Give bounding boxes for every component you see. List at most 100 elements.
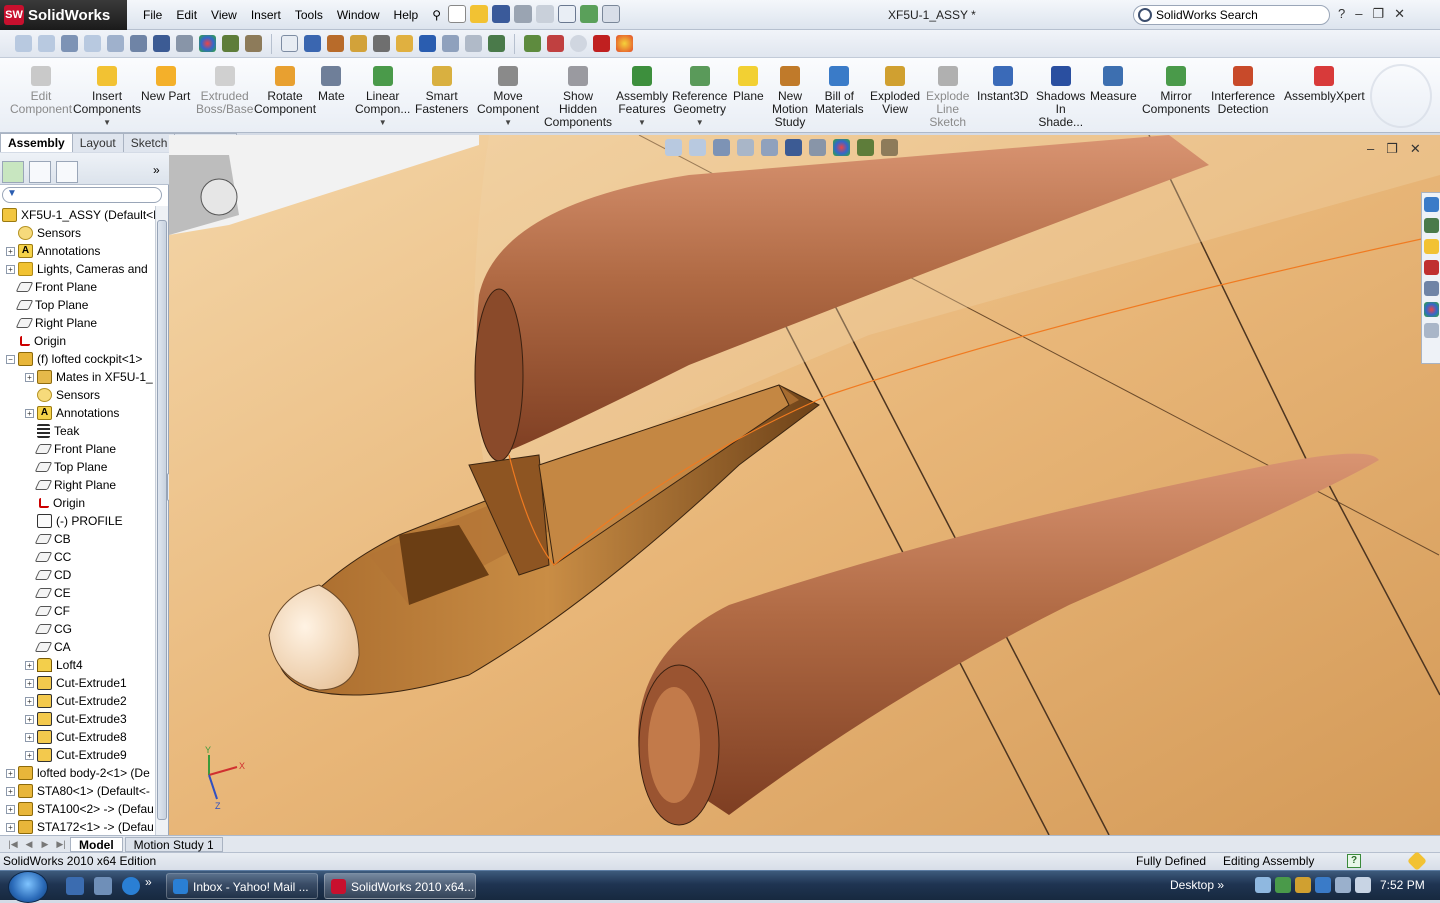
tree-node-cd[interactable]: CD <box>0 566 155 584</box>
file-explorer-icon[interactable] <box>1423 239 1439 254</box>
tree-node-origin[interactable]: Origin <box>0 332 155 350</box>
tree-node-ce[interactable]: CE <box>0 584 155 602</box>
feature-tree-scrollbar[interactable] <box>155 206 168 835</box>
zoom-area-icon[interactable] <box>689 139 706 156</box>
tree-node-annotations[interactable]: + A Annotations <box>0 404 155 422</box>
view-settings-icon[interactable] <box>245 35 262 52</box>
start-button[interactable] <box>8 871 48 903</box>
dropdown-arrow-icon[interactable]: ▼ <box>672 116 727 129</box>
tree-node-cb[interactable]: CB <box>0 530 155 548</box>
table-icon[interactable] <box>488 35 505 52</box>
tree-node-profile[interactable]: (-) PROFILE <box>0 512 155 530</box>
dimension-icon[interactable] <box>350 35 367 52</box>
tree-node-lights-cameras-and[interactable]: + Lights, Cameras and <box>0 260 155 278</box>
dropdown-arrow-icon[interactable]: ▼ <box>73 116 141 129</box>
expand-node-icon[interactable]: + <box>25 678 34 688</box>
datum-icon[interactable] <box>442 35 459 52</box>
tree-node-origin[interactable]: Origin <box>0 494 155 512</box>
save-icon[interactable] <box>492 5 510 23</box>
tab-sketch[interactable]: Sketch <box>122 133 176 152</box>
cmd-interference-detection-button[interactable]: Interference Detection <box>1211 66 1275 116</box>
section-view-icon[interactable] <box>737 139 754 156</box>
expand-node-icon[interactable]: + <box>25 696 34 706</box>
cmd-assembly-features-button[interactable]: Assembly Features ▼ <box>616 66 668 129</box>
geometric-tolerance-icon[interactable] <box>396 35 413 52</box>
zoom-selection-icon[interactable] <box>61 35 78 52</box>
cmd-new-part-button[interactable]: New Part <box>141 66 190 103</box>
first-tab-arrow-icon[interactable]: |◀ <box>6 839 20 850</box>
apply-scene-icon[interactable] <box>857 139 874 156</box>
balloon-icon[interactable] <box>327 35 344 52</box>
explorer-icon[interactable] <box>94 877 112 895</box>
new-document-icon[interactable] <box>448 5 466 23</box>
display-style-icon[interactable] <box>153 35 170 52</box>
expand-node-icon[interactable]: + <box>6 246 15 256</box>
update-icon[interactable] <box>1275 877 1291 893</box>
bottom-tab-motion-study-1[interactable]: Motion Study 1 <box>124 836 223 852</box>
cmd-insert-components-button[interactable]: Insert Components ▼ <box>73 66 141 129</box>
tree-node-lofted-body-2-1-de[interactable]: + lofted body-2<1> (De <box>0 764 155 782</box>
design-library-icon[interactable] <box>1423 218 1439 233</box>
view-orientation-icon[interactable] <box>130 35 147 52</box>
tray-app-icon[interactable] <box>1295 877 1311 893</box>
cmd-reference-geometry-button[interactable]: Reference Geometry ▼ <box>672 66 727 129</box>
task-yahoo-mail[interactable]: Inbox - Yahoo! Mail ... <box>166 873 318 899</box>
tab-layout[interactable]: Layout <box>71 133 124 152</box>
cmd-mirror-components-button[interactable]: Mirror Components <box>1142 66 1210 116</box>
tree-node-sensors[interactable]: Sensors <box>0 386 155 404</box>
tree-node-sensors[interactable]: Sensors <box>0 224 155 242</box>
volume-icon[interactable] <box>1355 877 1371 893</box>
menu-help[interactable]: Help <box>387 6 426 24</box>
search-results-icon[interactable] <box>1423 260 1439 275</box>
tree-node-annotations[interactable]: + A Annotations <box>0 242 155 260</box>
weld-icon[interactable] <box>465 35 482 52</box>
options-icon[interactable] <box>602 5 620 23</box>
appearances-icon[interactable] <box>1423 302 1439 317</box>
dropdown-arrow-icon[interactable]: ▼ <box>355 116 410 129</box>
undo-icon[interactable] <box>536 5 554 23</box>
expand-node-icon[interactable]: + <box>6 822 15 832</box>
tree-node-cut-extrude3[interactable]: + Cut-Extrude3 <box>0 710 155 728</box>
tree-node-cut-extrude8[interactable]: + Cut-Extrude8 <box>0 728 155 746</box>
tab-assembly[interactable]: Assembly <box>0 133 73 152</box>
cmd-smart-fasteners-button[interactable]: Smart Fasteners <box>415 66 468 116</box>
task-solidworks[interactable]: SolidWorks 2010 x64... <box>324 873 476 899</box>
tree-node-cut-extrude9[interactable]: + Cut-Extrude9 <box>0 746 155 764</box>
menu-file[interactable]: File <box>136 6 169 24</box>
previous-view-icon[interactable] <box>713 139 730 156</box>
display-style-icon[interactable] <box>785 139 802 156</box>
view-palette-icon[interactable] <box>1423 281 1439 296</box>
tree-node-front-plane[interactable]: Front Plane <box>0 278 155 296</box>
home-icon[interactable] <box>1423 197 1439 212</box>
view-settings-icon[interactable] <box>881 139 898 156</box>
viewport-restore-button[interactable]: ❐ <box>1386 141 1398 157</box>
tree-node-sta172-1-defau[interactable]: + STA172<1> -> (Defau <box>0 818 155 835</box>
photoview-icon[interactable] <box>616 35 633 52</box>
close-button[interactable]: ✕ <box>1394 6 1405 22</box>
collapse-node-icon[interactable]: − <box>6 354 15 364</box>
feature-tree-tab-icon[interactable] <box>2 161 24 183</box>
tree-node-sta100-2-defau[interactable]: + STA100<2> -> (Defau <box>0 800 155 818</box>
menu-window[interactable]: Window <box>330 6 387 24</box>
help-icon[interactable]: ? <box>1338 6 1345 22</box>
appearance-icon[interactable] <box>199 35 216 52</box>
expand-node-icon[interactable]: + <box>25 372 34 382</box>
open-folder-icon[interactable] <box>470 5 488 23</box>
menu-view[interactable]: View <box>204 6 244 24</box>
tree-node-cg[interactable]: CG <box>0 620 155 638</box>
expand-tabs-icon[interactable]: » <box>153 163 160 177</box>
cmd-edit-component-button[interactable]: Edit Component <box>10 66 72 116</box>
clock[interactable]: 7:52 PM <box>1380 878 1425 892</box>
expand-node-icon[interactable]: + <box>25 750 34 760</box>
cmd-new-motion-study-button[interactable]: New Motion Study <box>772 66 808 129</box>
tree-node-cf[interactable]: CF <box>0 602 155 620</box>
hide-show-items-icon[interactable] <box>809 139 826 156</box>
tree-node-top-plane[interactable]: Top Plane <box>0 458 155 476</box>
print-icon[interactable] <box>514 5 532 23</box>
property-manager-tab-icon[interactable] <box>29 161 51 183</box>
prev-tab-arrow-icon[interactable]: ◀ <box>22 839 36 850</box>
cmd-plane-button[interactable]: Plane <box>733 66 764 103</box>
cmd-exploded-view-button[interactable]: Exploded View <box>870 66 920 116</box>
tree-node-sta80-1-default[interactable]: + STA80<1> (Default<- <box>0 782 155 800</box>
cmd-shadows-in-shade-button[interactable]: Shadows In Shade... <box>1036 66 1085 129</box>
